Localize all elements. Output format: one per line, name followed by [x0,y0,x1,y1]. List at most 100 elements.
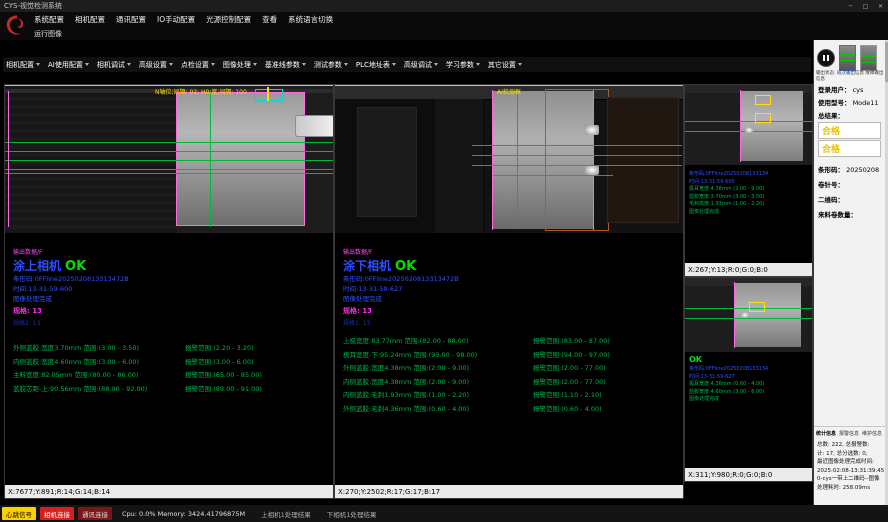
tab-stats-info[interactable]: 统计信息 [816,430,836,437]
reflection-highlight [741,312,749,318]
model-value: Mode11 [853,99,879,107]
camera-result-title: 涂下相机 [343,257,391,274]
tab-camera-debug[interactable]: 相机调试 [97,60,131,70]
tab-maintenance-info[interactable]: 维护信息 [862,430,882,437]
measurement-row: 内侧蓝胶:宽度4.38mm 范围:(2.00 - 9.00)报警范围:(2.00… [343,376,683,390]
overlay-ai-label: AI检测框 [497,87,521,96]
measurement-value: 毛刺高度:1.93mm (1.00 - 2.20) [689,201,812,209]
alarm-range: 报警范围:(2.00 - 77.00) [533,362,606,376]
small-bottom-camera-view[interactable] [685,278,812,352]
camera-thumbnail-button-2[interactable] [860,45,877,71]
edge-marker-line [176,225,305,226]
measurement-value: 蓝胶宽度:3.70mm (3.00 - 3.50) [689,194,812,202]
tab-spot-check[interactable]: 点检设置 [181,60,215,70]
measurement-value: 蓝胶宽度:4.60mm (3.00 - 6.00) [689,389,812,397]
title-bar: CYS-视觉检测系统 ─ □ ✕ [0,0,888,12]
stats-panel: 总数: 222, 总报警数: 计: 17, 总分选数: 0, 最近图像处理完成时… [817,441,887,492]
close-icon[interactable]: ✕ [873,0,888,12]
roi-box-cyan [255,89,283,101]
machine-background [5,85,177,233]
tab-camera-config[interactable]: 相机配置 [6,60,40,70]
measurement-line-green [472,145,682,146]
chevron-down-icon [344,63,348,66]
material-block [741,91,803,161]
run-image-label[interactable]: 运行图像 [34,29,62,39]
overlay-line-yellow [5,85,333,86]
maximize-icon[interactable]: □ [858,0,873,12]
menu-io-manual[interactable]: IO手动配置 [157,14,195,25]
minimize-icon[interactable]: ─ [843,0,858,12]
alarm-range: 报警范围:(2.20 - 3.20) [185,342,254,356]
output-note: 输出数据/F [343,247,683,256]
window-title: CYS-视觉检测系统 [4,1,62,11]
tab-image-processing[interactable]: 图像处理 [223,60,257,70]
measurement-line-green [5,151,333,152]
login-user-value: cys [853,86,864,94]
result-status-box-2: 合格 [818,140,881,157]
camera-thumbnail-button-1[interactable] [839,45,856,71]
barcode-text: 条形码:0FFline20250208133134 [689,171,812,179]
roi-box-yellow [755,95,771,105]
small-top-camera-panel: 条形码:0FFline20250208133134 时间:13-31-59-60… [684,84,813,277]
cpu-memory-status: Cpu: 0.0% Memory: 3424.41796875M [122,510,245,518]
process-done-text: 图像处理完成 [689,396,812,404]
login-user-label: 登录用户： [818,86,851,94]
measurement-rows: 上极宽度:83.77mm 范围:(82.00 - 88.00)报警范围:(83.… [335,335,683,416]
tab-baseline-params[interactable]: 基准线参数 [265,60,306,70]
measurement-value: 外侧蓝胶:宽度3.70mm 范围:(3.00 - 3.50) [13,342,185,356]
time-text: 时间:13-31-59-627 [689,374,812,382]
menu-light-control[interactable]: 光源控制配置 [206,14,251,25]
menu-language-switch[interactable]: 系统语言切换 [288,14,333,25]
left-camera-panel: N轴位;间隔: 93; H0;宽;间隔: 100 输出数据/F 涂上相机 OK … [4,84,334,499]
pause-button[interactable] [817,49,835,67]
left-camera-view[interactable]: N轴位;间隔: 93; H0;宽;间隔: 100 [5,85,333,233]
barcode-text: 条形码:0FFline2025020813313472B [13,274,333,284]
material-block [177,93,304,225]
edge-marker-line [8,91,9,227]
alarm-range: 报警范围:(1.10 - 2.10) [533,389,602,403]
menu-system-config[interactable]: 系统配置 [34,14,64,25]
measurement-line-green [210,91,211,227]
chevron-down-icon [434,63,438,66]
material-count-label: 来料卷数量： [818,209,857,219]
tab-alarm-info[interactable]: 报警信息 [839,430,859,437]
tab-plc-address[interactable]: PLC地址表 [356,60,396,70]
chevron-down-icon [85,63,89,66]
measurement-value: 极耳宽度:4.38mm (2.00 - 9.00) [689,186,812,194]
tab-advanced-debug[interactable]: 高级调试 [404,60,438,70]
tab-learning-params[interactable]: 学习参数 [446,60,480,70]
thumbnail-overlay-line [861,56,876,57]
time-text: 时间:13-31-59-600 [13,284,333,294]
middle-camera-view[interactable]: AI检测框 [335,85,683,233]
roi-box-yellow [749,302,765,312]
menu-view[interactable]: 查看 [262,14,277,25]
measurement-line-green [493,175,613,176]
tab-ai-config[interactable]: AI使用配置 [48,60,89,70]
measurement-value: 外侧蓝胶:宽度4.38mm 范围:(2.00 - 9.00) [343,362,533,376]
chevron-down-icon [302,63,306,66]
stat-line: 计: 17, 总分选数: 0, [817,450,887,459]
measurement-row: 内侧蓝胶:毛刺1.93mm 范围:(1.00 - 2.20)报警范围:(1.10… [343,389,683,403]
edge-marker-line [304,92,305,226]
result-line: 涂上相机 OK [13,257,333,274]
reflection-highlight [585,125,599,135]
reflection-highlight [585,165,599,175]
measurement-value: 极耳宽度-下:95.24mm 范围:(93.00 - 98.00) [343,349,533,363]
chevron-down-icon [169,63,173,66]
result-ok-badge: OK [395,259,416,274]
sidebar-controls [817,45,877,71]
menu-bar: 系统配置 相机配置 通讯配置 IO手动配置 光源控制配置 查看 系统语言切换 [0,12,888,27]
small-top-camera-view[interactable] [685,85,812,165]
barcode-text: 条形码:0FFline2025020813313472B [343,274,683,284]
spec2-text: 规格2: 13 [343,318,683,327]
camera-result-title: 涂上相机 [13,257,61,274]
roi-box-yellow [755,113,771,123]
login-user-row: 登录用户： cys [818,84,863,94]
tab-advanced-settings[interactable]: 高级设置 [139,60,173,70]
result-ok-badge: OK [65,259,86,274]
menu-comm-config[interactable]: 通讯配置 [116,14,146,25]
tab-other-settings[interactable]: 其它设置 [488,60,522,70]
model-label: 使用型号： [818,99,851,107]
tab-test-params[interactable]: 测试参数 [314,60,348,70]
menu-camera-config[interactable]: 相机配置 [75,14,105,25]
